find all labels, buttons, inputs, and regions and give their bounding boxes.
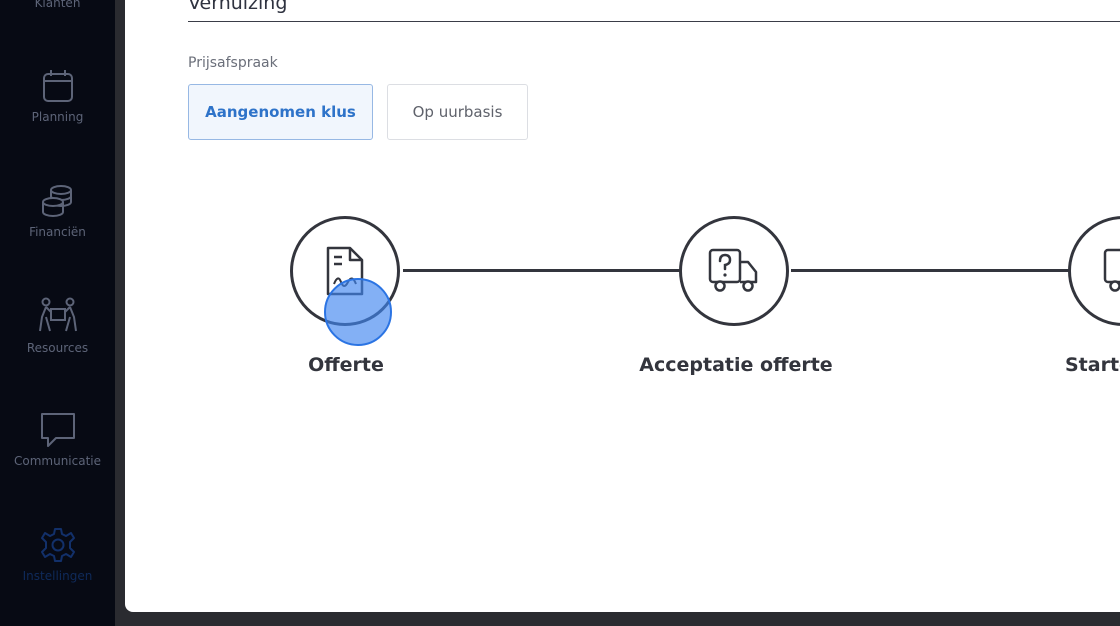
chat-icon	[40, 413, 75, 447]
truck-question-icon	[708, 248, 758, 292]
sidebar-item-communicatie[interactable]: Communicatie	[0, 412, 115, 468]
job-type-field[interactable]: Verhuizing	[188, 0, 287, 14]
sidebar-item-instellingen[interactable]: Instellingen	[0, 527, 115, 583]
calendar-icon	[42, 70, 73, 102]
sidebar-item-label: Instellingen	[22, 569, 93, 583]
truck-icon	[1103, 248, 1120, 292]
people-box-icon	[38, 297, 77, 332]
sidebar-item-klanten[interactable]: Klanten	[0, 0, 115, 10]
sidebar: Klanten Planning Financiën Resources Com…	[0, 0, 115, 626]
sidebar-item-label: Planning	[31, 110, 84, 124]
sidebar-item-label: Financiën	[29, 225, 86, 239]
gear-icon	[40, 528, 75, 562]
sidebar-item-label: Communicatie	[13, 454, 102, 468]
sidebar-item-planning[interactable]: Planning	[0, 68, 115, 124]
step-connector	[403, 269, 681, 272]
step-connector	[791, 269, 1091, 272]
click-indicator	[324, 278, 392, 346]
main-panel: Verhuizing Prijsafspraak Aangenomen klus…	[125, 0, 1120, 612]
price-agreement-label: Prijsafspraak	[188, 55, 278, 71]
step-starten[interactable]	[1068, 216, 1120, 326]
sidebar-item-financien[interactable]: Financiën	[0, 183, 115, 239]
step-label-starten: Starten	[1065, 354, 1120, 376]
step-label-offerte: Offerte	[308, 354, 384, 376]
fixed-price-option[interactable]: Aangenomen klus	[188, 84, 373, 140]
coins-icon	[41, 185, 72, 217]
job-type-underline	[188, 21, 1120, 22]
sidebar-item-label: Resources	[26, 341, 89, 355]
step-acceptatie-offerte[interactable]	[679, 216, 789, 326]
hourly-option[interactable]: Op uurbasis	[387, 84, 528, 140]
sidebar-item-resources[interactable]: Resources	[0, 297, 115, 355]
sidebar-item-label: Klanten	[34, 0, 81, 10]
step-label-acceptatie: Acceptatie offerte	[639, 354, 833, 376]
